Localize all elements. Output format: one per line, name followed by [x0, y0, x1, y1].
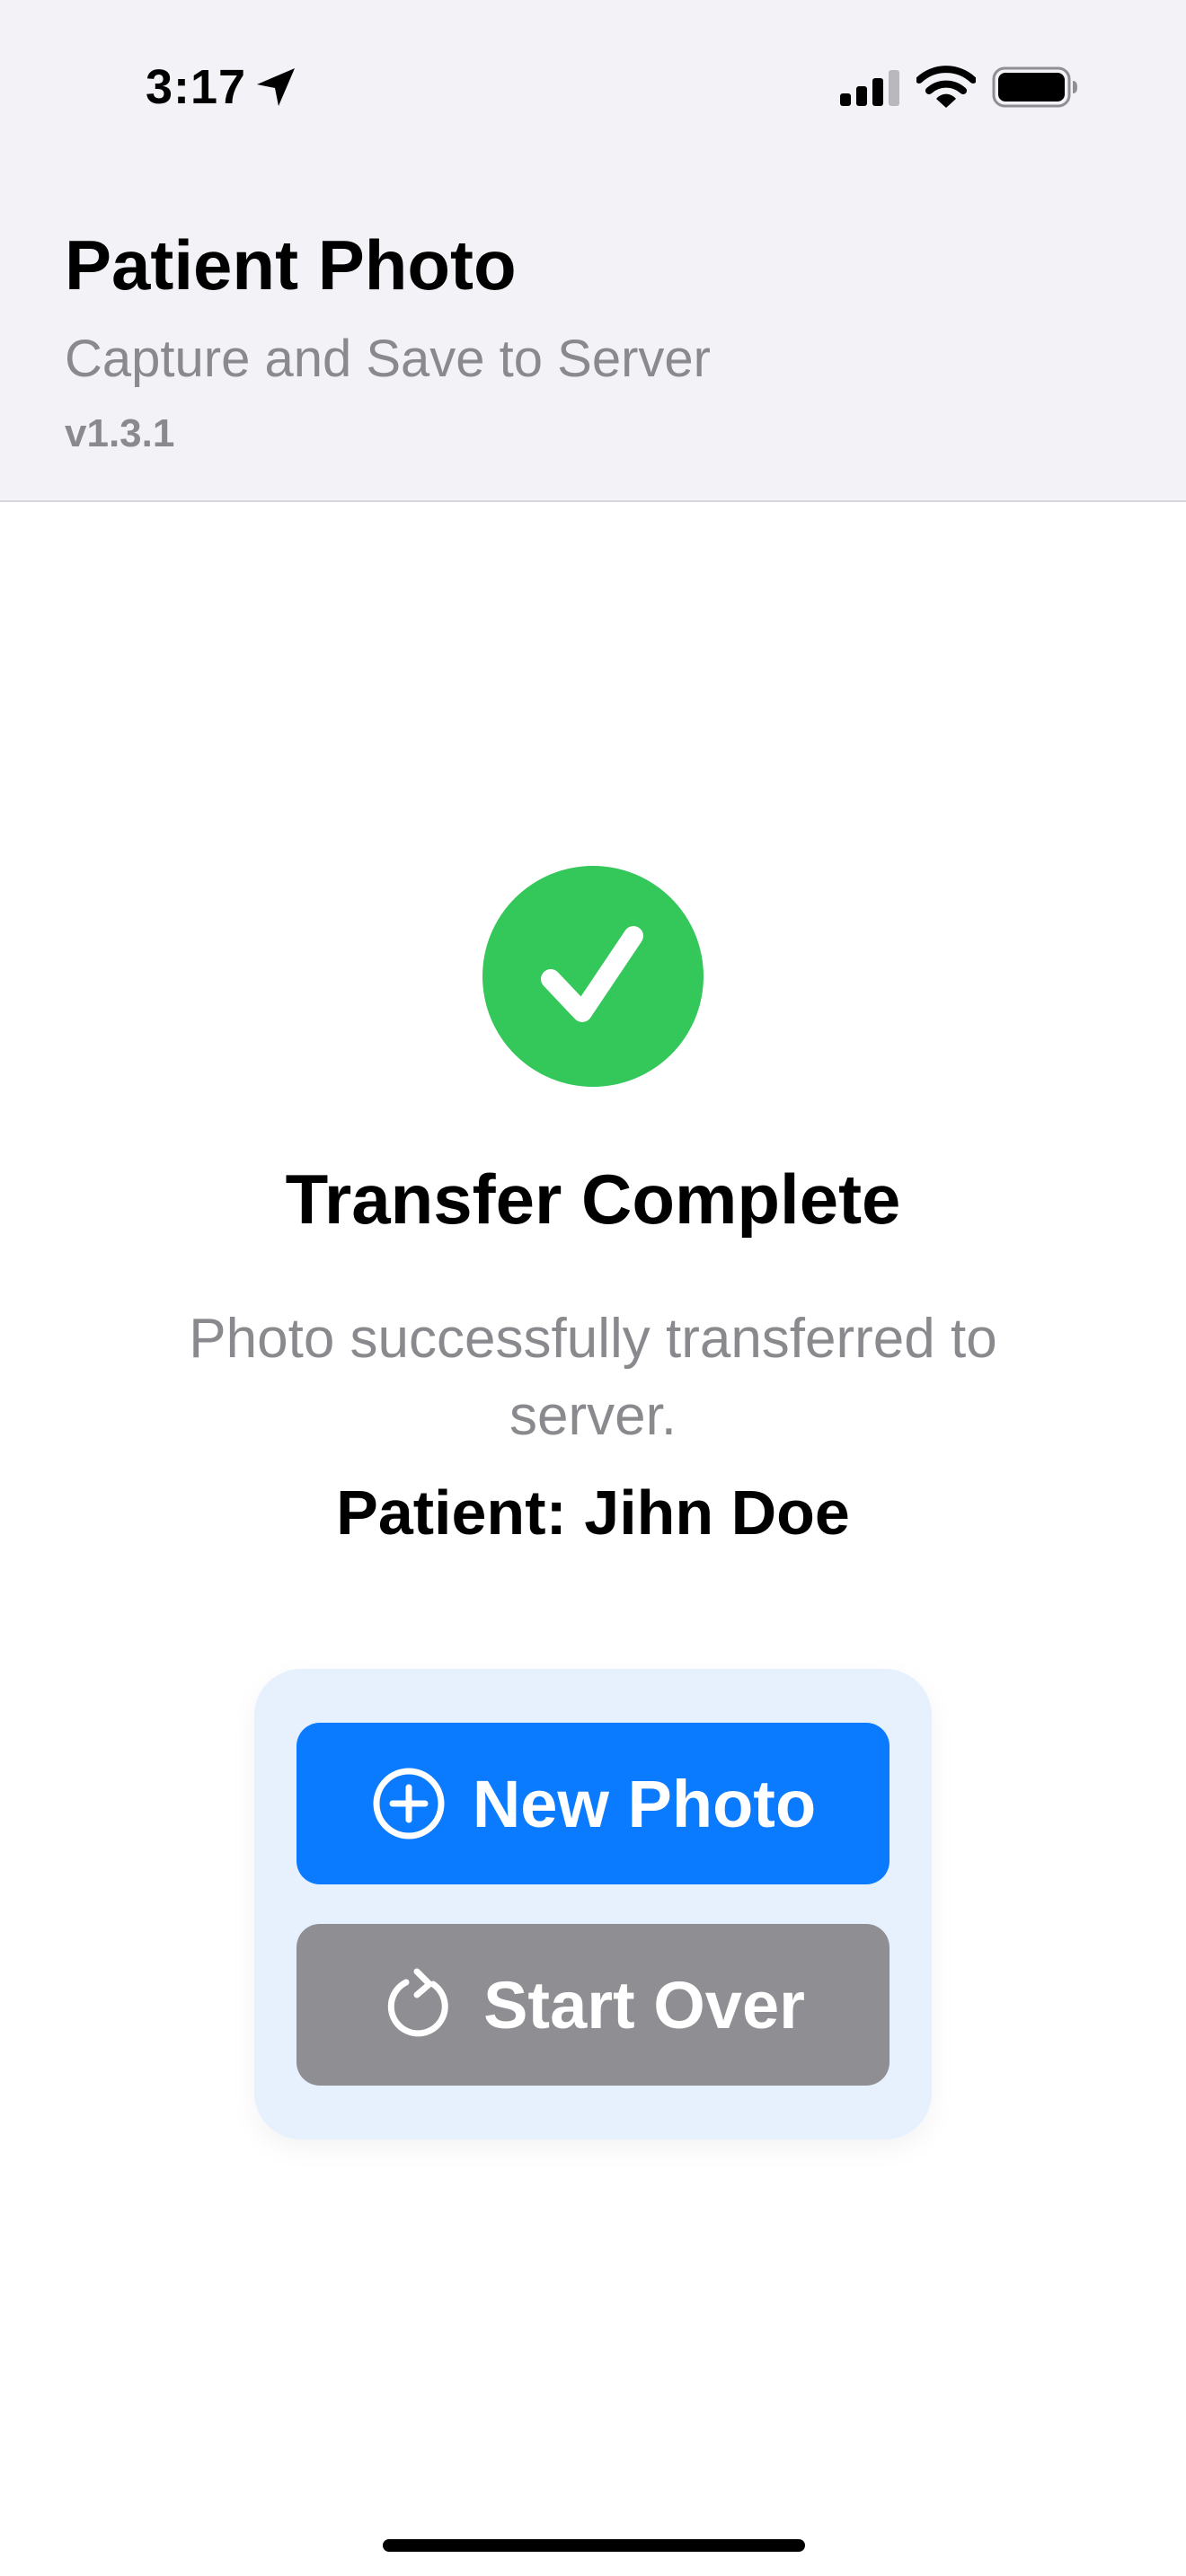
status-time: 3:17	[146, 60, 247, 114]
home-indicator[interactable]	[383, 2539, 805, 2552]
location-arrow-icon	[257, 68, 295, 106]
checkmark-circle-icon	[482, 866, 704, 1087]
result-message: Photo successfully transferred to server…	[189, 1308, 997, 1447]
battery-icon	[992, 66, 1077, 108]
status-bar: 3:17	[0, 0, 1186, 171]
patient-name: Patient: Jihn Doe	[336, 1478, 850, 1548]
actions-card: New Photo Start Over	[254, 1669, 932, 2139]
plus-circle-icon	[373, 1768, 445, 1839]
wifi-icon	[916, 66, 976, 108]
page-subtitle: Capture and Save to Server	[65, 330, 711, 388]
refresh-icon	[387, 1968, 448, 2037]
new-photo-button[interactable]: New Photo	[296, 1723, 890, 1884]
start-over-label: Start Over	[483, 1967, 805, 2042]
app-header: 3:17 Patient Photo Capture and Save to S…	[0, 0, 1186, 502]
app-version: v1.3.1	[65, 411, 175, 455]
cellular-signal-icon	[840, 70, 899, 106]
start-over-button[interactable]: Start Over	[296, 1924, 890, 2086]
page-title: Patient Photo	[65, 225, 517, 304]
result-title: Transfer Complete	[285, 1160, 901, 1239]
new-photo-label: New Photo	[472, 1766, 817, 1841]
